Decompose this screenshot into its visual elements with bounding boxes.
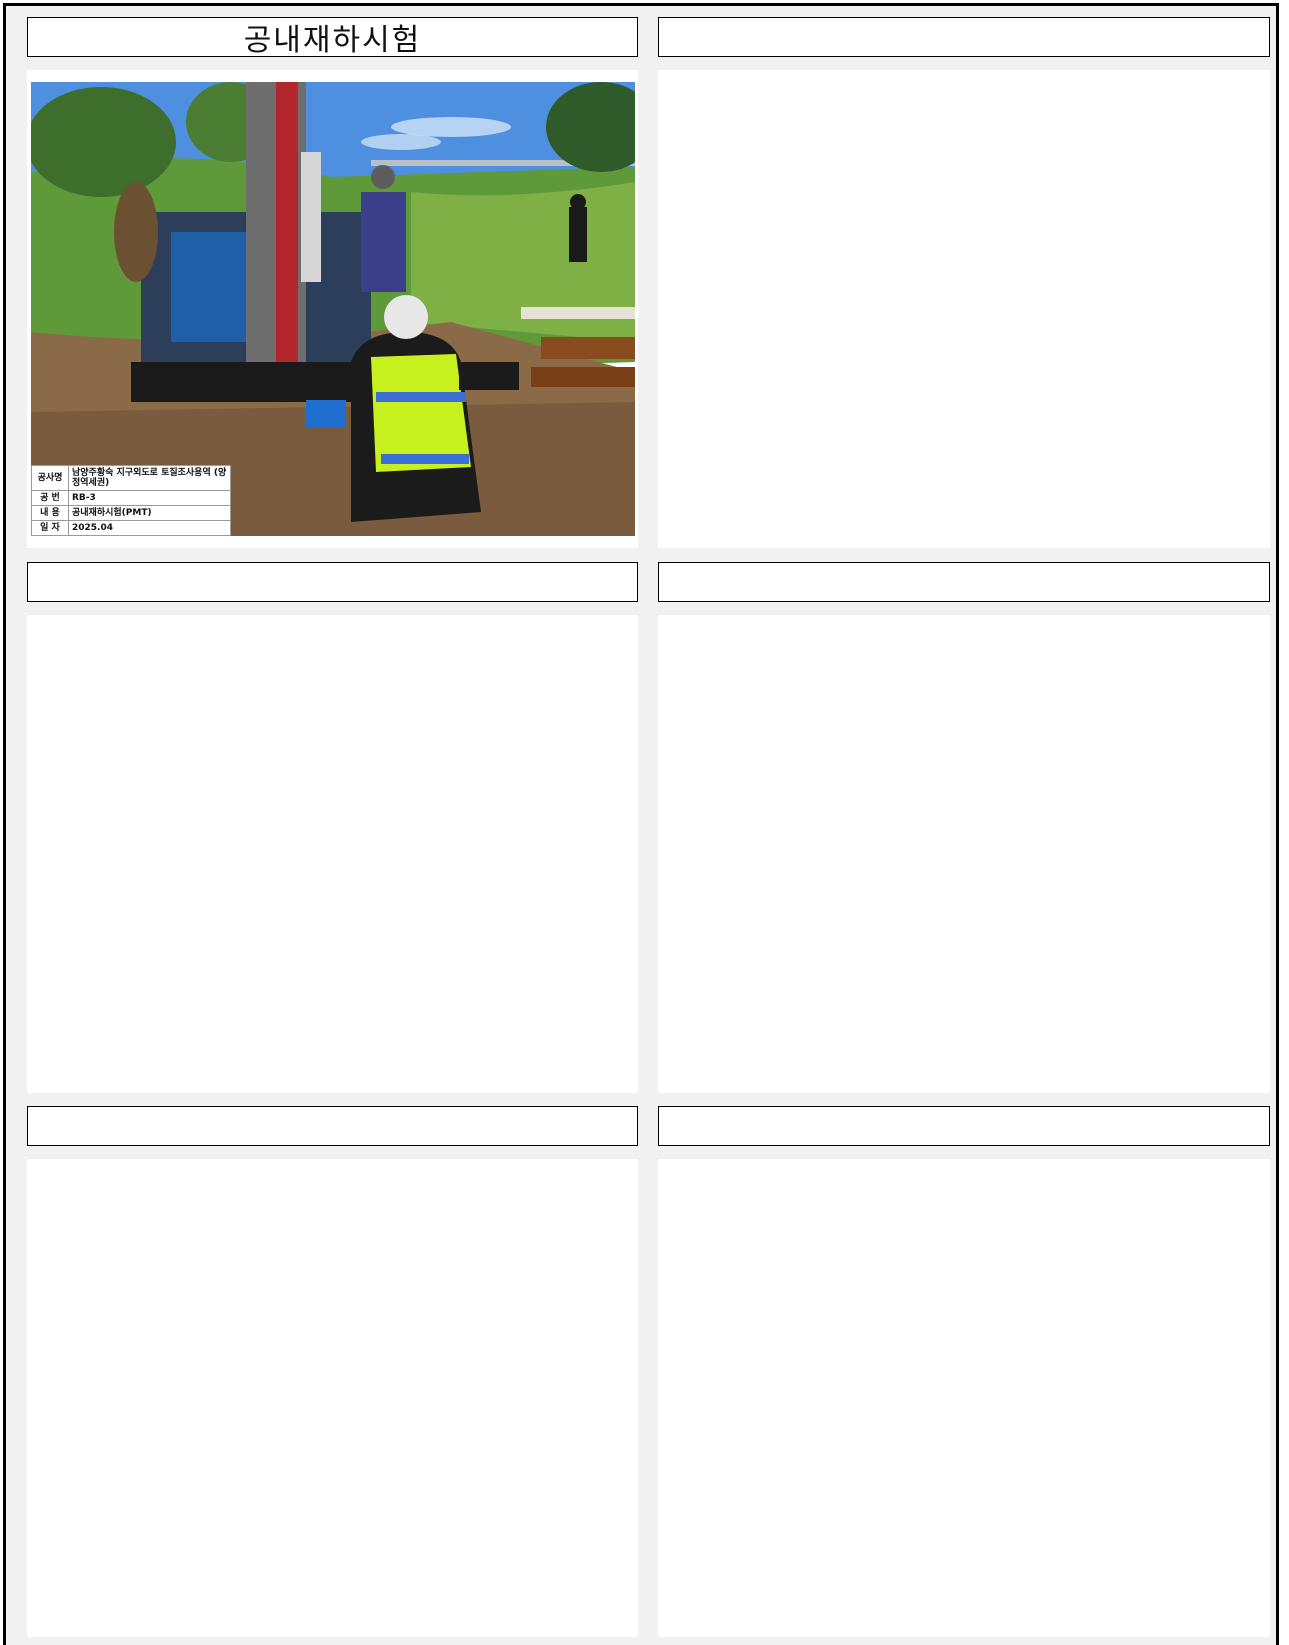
- panel-2-photo-frame[interactable]: [658, 70, 1270, 548]
- caption-key: 일 자: [31, 520, 69, 536]
- caption-row: 공사명 남양주황숙 지구외도로 토질조사용역 (양정역세권): [31, 465, 231, 491]
- panel-5-photo-frame[interactable]: [27, 1159, 638, 1637]
- panel-3-title: [27, 562, 638, 602]
- panel-1-title-text: 공내재하시험: [243, 23, 422, 58]
- photo-sheet: 공내재하시험 공사명 남양주황숙 지구외도로 토질조사용역 (양정역세권) 공 …: [3, 3, 1279, 1645]
- caption-row: 일 자 2025.04: [31, 520, 231, 536]
- field-test-photo[interactable]: 공사명 남양주황숙 지구외도로 토질조사용역 (양정역세권) 공 번 RB-3 …: [31, 82, 635, 536]
- panel-4-photo-frame[interactable]: [658, 615, 1270, 1093]
- photo-caption-table: 공사명 남양주황숙 지구외도로 토질조사용역 (양정역세권) 공 번 RB-3 …: [31, 465, 231, 536]
- caption-row: 내 용 공내재하시험(PMT): [31, 505, 231, 521]
- caption-value: 공내재하시험(PMT): [68, 505, 231, 521]
- panel-1-photo-frame: 공사명 남양주황숙 지구외도로 토질조사용역 (양정역세권) 공 번 RB-3 …: [27, 70, 638, 548]
- caption-row: 공 번 RB-3: [31, 490, 231, 506]
- panel-6-title: [658, 1106, 1270, 1146]
- caption-key: 내 용: [31, 505, 69, 521]
- panel-2-title: [658, 17, 1270, 57]
- caption-key: 공사명: [31, 465, 69, 491]
- panel-3-photo-frame[interactable]: [27, 615, 638, 1093]
- caption-value: 남양주황숙 지구외도로 토질조사용역 (양정역세권): [68, 465, 231, 491]
- panel-5-title: [27, 1106, 638, 1146]
- caption-value: 2025.04: [68, 520, 231, 536]
- panel-4-title: [658, 562, 1270, 602]
- panel-1-title: 공내재하시험: [27, 17, 638, 58]
- panel-6-photo-frame[interactable]: [658, 1159, 1270, 1637]
- caption-value: RB-3: [68, 490, 231, 506]
- caption-key: 공 번: [31, 490, 69, 506]
